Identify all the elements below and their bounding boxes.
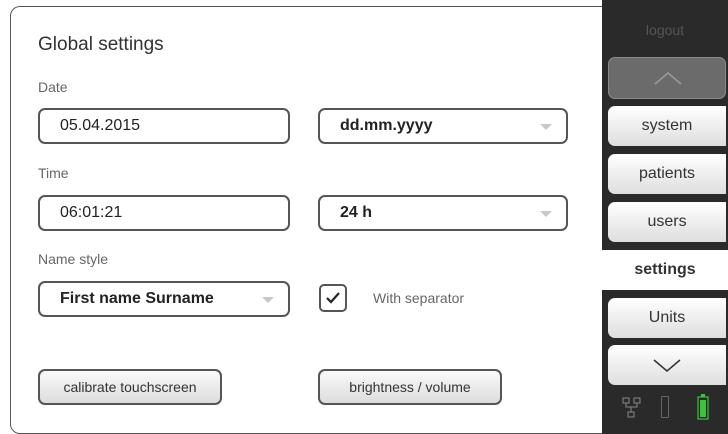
logout-link[interactable]: logout bbox=[602, 22, 728, 38]
battery-icon bbox=[697, 394, 709, 420]
tab-units[interactable]: Units bbox=[608, 298, 726, 338]
date-format-select[interactable]: dd.mm.yyyy bbox=[318, 108, 568, 144]
scroll-down-button[interactable] bbox=[608, 345, 726, 385]
time-format-value: 24 h bbox=[340, 204, 373, 221]
network-icon bbox=[622, 397, 641, 418]
tab-settings[interactable]: settings bbox=[602, 250, 728, 290]
chevron-down-icon bbox=[540, 211, 552, 217]
date-input[interactable]: 05.04.2015 bbox=[38, 108, 290, 144]
tab-patients[interactable]: patients bbox=[608, 154, 726, 194]
page-title: Global settings bbox=[38, 34, 164, 55]
tab-users[interactable]: users bbox=[608, 202, 726, 242]
tab-system[interactable]: system bbox=[608, 106, 726, 146]
time-label: Time bbox=[38, 165, 69, 181]
chevron-down-icon bbox=[262, 297, 274, 303]
separator-checkbox[interactable] bbox=[319, 284, 347, 312]
name-style-select[interactable]: First name Surname bbox=[38, 281, 290, 317]
device-slot-icon bbox=[661, 396, 669, 418]
calibrate-touchscreen-button[interactable]: calibrate touchscreen bbox=[38, 369, 222, 405]
date-label: Date bbox=[38, 79, 68, 95]
screen: Global settings Date 05.04.2015 dd.mm.yy… bbox=[0, 0, 728, 434]
checkmark-icon bbox=[326, 292, 340, 304]
sidebar: logout system patients users settings Un… bbox=[602, 0, 728, 434]
name-style-label: Name style bbox=[38, 251, 109, 267]
date-value: 05.04.2015 bbox=[60, 117, 141, 134]
scroll-up-button[interactable] bbox=[608, 57, 726, 99]
date-format-value: dd.mm.yyyy bbox=[340, 117, 433, 134]
chevron-down-icon bbox=[653, 359, 681, 372]
time-format-select[interactable]: 24 h bbox=[318, 195, 568, 231]
name-style-value: First name Surname bbox=[60, 290, 214, 307]
time-input[interactable]: 06:01:21 bbox=[38, 195, 290, 231]
chevron-down-icon bbox=[540, 124, 552, 130]
chevron-up-icon bbox=[654, 72, 682, 85]
separator-label: With separator bbox=[373, 290, 465, 306]
brightness-volume-button[interactable]: brightness / volume bbox=[318, 369, 502, 405]
time-value: 06:01:21 bbox=[60, 204, 123, 221]
